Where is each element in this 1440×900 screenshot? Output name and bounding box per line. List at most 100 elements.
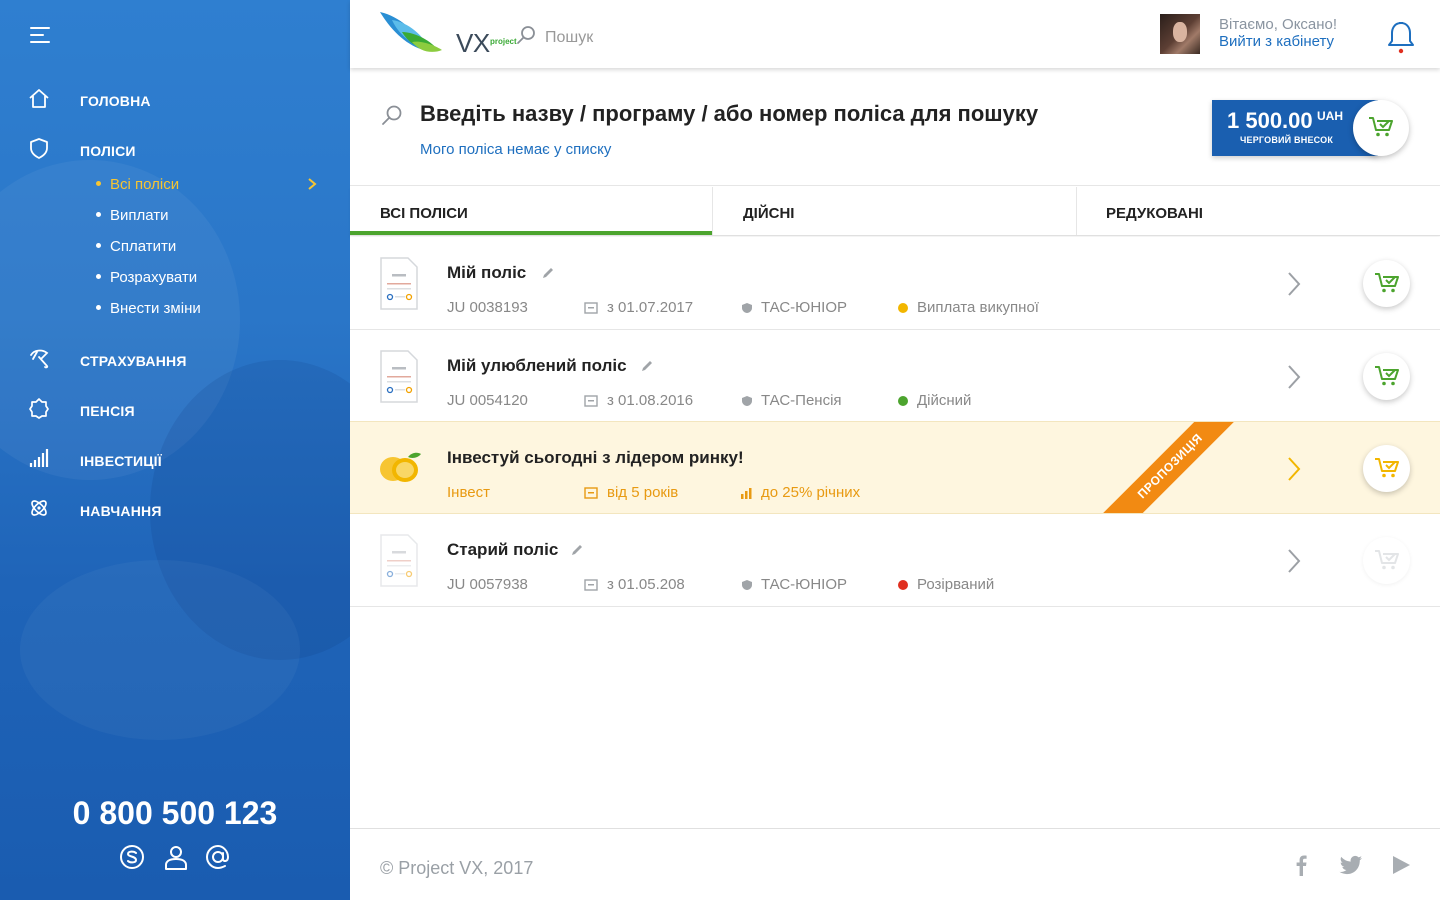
tab-label: ВСІ ПОЛІСИ bbox=[380, 205, 468, 222]
logo-text: VX bbox=[456, 28, 490, 58]
subitem-label: Виплати bbox=[110, 207, 169, 224]
cart-button-disabled bbox=[1363, 537, 1410, 584]
promo-category: Інвест bbox=[447, 484, 490, 501]
home-icon bbox=[29, 89, 49, 108]
user-icon[interactable] bbox=[162, 843, 190, 871]
chevron-right-icon[interactable] bbox=[1286, 364, 1302, 390]
cart-icon bbox=[1375, 458, 1399, 478]
at-icon[interactable] bbox=[204, 843, 232, 871]
logo-leaf-icon bbox=[380, 12, 442, 52]
shield-small-icon bbox=[742, 303, 752, 313]
promo-row[interactable]: Інвестуй сьогодні з лідером ринку! Інвес… bbox=[350, 421, 1440, 514]
policy-row[interactable]: Мій поліс JU 0038193 з 01.07.2017 ТАС-ЮН… bbox=[350, 237, 1440, 330]
policy-row[interactable]: Мій улюблений поліс JU 0054120 з 01.08.2… bbox=[350, 330, 1440, 423]
top-header: VX project Вітаємо, Оксано! Вийти з кабі… bbox=[350, 0, 1440, 68]
policy-program: ТАС-ЮНІОР bbox=[761, 299, 847, 316]
twitter-icon[interactable] bbox=[1338, 852, 1364, 878]
calendar-icon bbox=[584, 395, 598, 407]
copyright: © Project VX, 2017 bbox=[380, 858, 534, 878]
sidebar-subitem-payouts[interactable]: Виплати bbox=[96, 207, 169, 231]
policy-date: з 01.07.2017 bbox=[607, 299, 694, 316]
cart-icon bbox=[1375, 273, 1399, 293]
sidebar-texture bbox=[20, 560, 300, 740]
sidebar-subitem-all-policies[interactable]: Всі поліси bbox=[96, 176, 179, 200]
hamburger-icon[interactable] bbox=[30, 27, 52, 43]
logo[interactable]: VX project bbox=[378, 8, 517, 58]
policy-program: ТАС-ЮНІОР bbox=[761, 576, 847, 593]
sidebar-item-home[interactable]: ГОЛОВНА bbox=[0, 82, 350, 118]
badge-icon bbox=[29, 398, 49, 419]
youtube-icon[interactable] bbox=[1388, 852, 1414, 878]
sidebar: ГОЛОВНА ПОЛІСИ СТРАХУВАННЯ ПЕНСІЯ ІНВЕСТ… bbox=[0, 0, 350, 900]
skype-icon[interactable] bbox=[118, 843, 146, 871]
pay-cart-button[interactable] bbox=[1353, 100, 1409, 156]
calendar-icon bbox=[584, 487, 598, 499]
search-input[interactable] bbox=[545, 22, 845, 54]
sidebar-item-education[interactable]: НАВЧАННЯ bbox=[0, 492, 350, 528]
sidebar-subitem-make-changes[interactable]: Внести зміни bbox=[96, 300, 201, 324]
policy-not-listed-link[interactable]: Мого поліса немає у списку bbox=[420, 141, 611, 158]
greeting-text: Вітаємо, Оксано! bbox=[1219, 16, 1338, 33]
sidebar-item-label: ПОЛІСИ bbox=[80, 143, 136, 159]
pencil-icon[interactable] bbox=[570, 543, 584, 557]
tab-reduced[interactable]: РЕДУКОВАНІ bbox=[1076, 187, 1440, 235]
policy-row[interactable]: Старий поліс JU 0057938 з 01.05.208 ТАС-… bbox=[350, 514, 1440, 607]
cart-icon bbox=[1369, 117, 1393, 137]
bullet bbox=[96, 242, 101, 248]
cart-button[interactable] bbox=[1363, 260, 1410, 307]
tab-valid[interactable]: ДІЙСНІ bbox=[712, 187, 1076, 235]
pencil-icon[interactable] bbox=[640, 359, 654, 373]
search-icon[interactable] bbox=[380, 104, 404, 128]
atom-icon bbox=[31, 500, 47, 516]
tab-label: РЕДУКОВАНІ bbox=[1106, 205, 1203, 222]
policy-number: JU 0057938 bbox=[447, 576, 528, 593]
subitem-label: Всі поліси bbox=[110, 176, 180, 193]
sidebar-item-insurance[interactable]: СТРАХУВАННЯ bbox=[0, 342, 350, 378]
bullet bbox=[96, 304, 101, 310]
chevron-right-icon bbox=[308, 178, 317, 190]
contact-icons bbox=[118, 843, 238, 873]
sidebar-item-label: ПЕНСІЯ bbox=[80, 403, 135, 419]
pencil-icon[interactable] bbox=[541, 266, 555, 280]
sidebar-item-label: ГОЛОВНА bbox=[80, 93, 151, 109]
sidebar-subitem-calculate[interactable]: Розрахувати bbox=[96, 269, 197, 293]
sidebar-item-policies[interactable]: ПОЛІСИ bbox=[0, 132, 350, 168]
promo-term: від 5 років bbox=[607, 484, 679, 501]
sidebar-item-investments[interactable]: ІНВЕСТИЦІЇ bbox=[0, 442, 350, 478]
policy-title: Старий поліс bbox=[447, 540, 559, 559]
chevron-right-icon[interactable] bbox=[1286, 456, 1302, 482]
bell-icon[interactable] bbox=[1386, 20, 1416, 56]
policy-search-input[interactable]: Введіть назву / програму / або номер пол… bbox=[420, 101, 1038, 127]
subitem-label: Внести зміни bbox=[110, 300, 201, 317]
status-dot bbox=[898, 396, 908, 406]
search-icon[interactable] bbox=[515, 25, 537, 47]
bullet bbox=[96, 211, 101, 217]
subitem-label: Сплатити bbox=[110, 238, 177, 255]
chevron-right-icon[interactable] bbox=[1286, 271, 1302, 297]
cart-button[interactable] bbox=[1363, 353, 1410, 400]
facebook-icon[interactable] bbox=[1288, 852, 1314, 878]
cart-icon bbox=[1375, 550, 1399, 570]
policy-status: Розірваний bbox=[917, 576, 995, 593]
cart-icon bbox=[1375, 366, 1399, 386]
policy-date: з 01.05.208 bbox=[607, 576, 685, 593]
policy-tabs: ВСІ ПОЛІСИ ДІЙСНІ РЕДУКОВАНІ bbox=[350, 187, 1440, 236]
policy-title: Мій улюблений поліс bbox=[447, 356, 627, 375]
tab-all-policies[interactable]: ВСІ ПОЛІСИ bbox=[350, 187, 712, 235]
sidebar-item-pension[interactable]: ПЕНСІЯ bbox=[0, 392, 350, 428]
shield-small-icon bbox=[742, 580, 752, 590]
policy-program: ТАС-Пенсія bbox=[761, 392, 842, 409]
umbrella-icon bbox=[30, 349, 49, 369]
document-icon bbox=[380, 534, 418, 587]
promo-title: Інвестуй сьогодні з лідером ринку! bbox=[447, 448, 744, 467]
calendar-icon bbox=[584, 579, 598, 591]
subitem-label: Розрахувати bbox=[110, 269, 198, 286]
payment-label: ЧЕРГОВИЙ ВНЕСОК bbox=[1240, 135, 1334, 145]
chevron-right-icon[interactable] bbox=[1286, 548, 1302, 574]
bullet bbox=[96, 273, 101, 279]
logout-link[interactable]: Вийти з кабінету bbox=[1219, 33, 1334, 50]
sidebar-subitem-pay[interactable]: Сплатити bbox=[96, 238, 176, 262]
avatar[interactable] bbox=[1160, 14, 1200, 54]
phone-number[interactable]: 0 800 500 123 bbox=[0, 795, 350, 832]
cart-button[interactable] bbox=[1363, 445, 1410, 492]
